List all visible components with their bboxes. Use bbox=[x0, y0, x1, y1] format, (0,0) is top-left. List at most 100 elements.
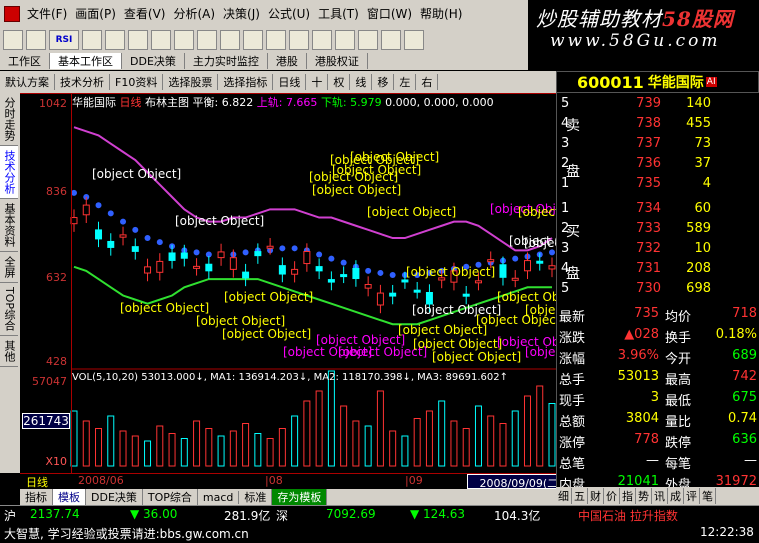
quote-tab[interactable]: 价 bbox=[604, 488, 620, 504]
tape-icon[interactable] bbox=[174, 29, 194, 50]
f10-button[interactable]: F10资料 bbox=[110, 74, 164, 90]
buy-order-row[interactable]: 5 730 698 bbox=[557, 281, 759, 302]
tab-dde-decision[interactable]: DDE决策 bbox=[86, 489, 143, 505]
tab-save-template[interactable]: 存为模板 bbox=[272, 489, 328, 505]
tab-dde[interactable]: DDE决策 bbox=[122, 53, 185, 69]
tab-hk-stock[interactable]: 港股 bbox=[268, 53, 307, 69]
quote-v: — bbox=[646, 453, 659, 468]
quote-tab[interactable]: 细 bbox=[556, 488, 572, 504]
buy-volume: 208 bbox=[686, 261, 711, 276]
toolbar: RSI bbox=[0, 27, 528, 52]
menu-decision[interactable]: 决策(J) bbox=[219, 5, 264, 22]
tech-analysis-dropdown[interactable]: 技术分析 bbox=[55, 74, 110, 90]
quote-tab[interactable]: 势 bbox=[636, 488, 652, 504]
money-icon[interactable] bbox=[335, 29, 355, 50]
volume-bar bbox=[107, 415, 115, 467]
scheme-dropdown[interactable]: 默认方案 bbox=[0, 74, 55, 90]
bank-icon[interactable] bbox=[220, 29, 240, 50]
left-button[interactable]: 左 bbox=[394, 74, 417, 90]
volume-bar bbox=[303, 400, 311, 467]
tab-macd[interactable]: macd bbox=[198, 490, 240, 504]
tab-workspace-label: 工作区 bbox=[0, 53, 50, 69]
chart-icon[interactable] bbox=[26, 29, 46, 50]
tab-main-monitor[interactable]: 主力实时监控 bbox=[185, 53, 268, 69]
crosshair-icon[interactable] bbox=[105, 29, 125, 50]
tab-basic-workspace[interactable]: 基本工作区 bbox=[50, 53, 122, 69]
sell-order-row[interactable]: 5 739 140 bbox=[557, 96, 759, 117]
menu-analysis[interactable]: 分析(A) bbox=[169, 5, 219, 22]
quote-tab[interactable]: 笔 bbox=[700, 488, 716, 504]
volume-bar bbox=[548, 403, 556, 467]
crosshair-button[interactable]: 十 bbox=[306, 74, 329, 90]
left-tab-top[interactable]: TOP综合 bbox=[0, 283, 18, 337]
buy-order-row[interactable]: 3 732 10 bbox=[557, 241, 759, 262]
menu-view-screen[interactable]: 画面(P) bbox=[71, 5, 120, 22]
candle-body bbox=[499, 264, 507, 278]
quote-tab[interactable]: 评 bbox=[684, 488, 700, 504]
menu-help[interactable]: 帮助(H) bbox=[416, 5, 466, 22]
move-button[interactable]: 移 bbox=[372, 74, 395, 90]
app-icon[interactable] bbox=[4, 5, 20, 22]
buy-order-row[interactable]: 2 733 589 bbox=[557, 221, 759, 242]
left-tab-other[interactable]: 其他 bbox=[0, 336, 18, 368]
volume-bar bbox=[119, 430, 127, 467]
chart2-icon[interactable] bbox=[404, 29, 424, 50]
select-stock-button[interactable]: 选择股票 bbox=[163, 74, 219, 90]
left-tab-intraday[interactable]: 分时走势 bbox=[0, 93, 18, 146]
sz-amount: 104.3亿 bbox=[494, 509, 541, 523]
stop-icon[interactable] bbox=[243, 29, 263, 50]
sell-order-row[interactable]: 3 737 73 bbox=[557, 136, 759, 157]
sell-level: 3 bbox=[561, 136, 570, 151]
volume-bar bbox=[217, 435, 225, 467]
ticker-text[interactable]: 中国石油 拉升指数 bbox=[578, 507, 678, 524]
quote-panel: 卖 盘 买 盘 5 739 140 4 738 455 3 737 73 2 736 37 1 735 4 1… bbox=[556, 93, 759, 505]
quote-tab[interactable]: 指 bbox=[620, 488, 636, 504]
menu-file[interactable]: 文件(F) bbox=[23, 5, 71, 22]
quote-tab[interactable]: 讯 bbox=[652, 488, 668, 504]
bus-icon[interactable] bbox=[312, 29, 332, 50]
left-tab-basic[interactable]: 基本资料 bbox=[0, 199, 18, 252]
right-button[interactable]: 右 bbox=[416, 74, 439, 90]
window-icon[interactable] bbox=[128, 29, 148, 50]
sz-label: 深 bbox=[276, 509, 289, 523]
message-icon[interactable] bbox=[381, 29, 401, 50]
quote-tab[interactable]: 成 bbox=[668, 488, 684, 504]
up-down-arrows-icon[interactable] bbox=[3, 29, 23, 50]
menu-window[interactable]: 窗口(W) bbox=[363, 5, 416, 22]
candle-body bbox=[278, 265, 286, 275]
sell-order-row[interactable]: 4 738 455 bbox=[557, 116, 759, 137]
menu-view[interactable]: 查看(V) bbox=[120, 5, 170, 22]
tab-standard[interactable]: 标准 bbox=[239, 489, 273, 505]
mid-band-dot bbox=[389, 271, 396, 278]
select-indicator-button[interactable]: 选择指标 bbox=[218, 74, 274, 90]
binoculars-icon[interactable] bbox=[197, 29, 217, 50]
buy-order-row[interactable]: 4 731 208 bbox=[557, 261, 759, 282]
tab-hk-warrant[interactable]: 港股权证 bbox=[307, 53, 368, 69]
tab-indicator[interactable]: 指标 bbox=[20, 489, 53, 505]
box-icon[interactable] bbox=[358, 29, 378, 50]
tab-template[interactable]: 模板 bbox=[53, 489, 86, 505]
quote-stat-row: 总手 53013 最高 742 bbox=[557, 369, 759, 388]
quote-tab[interactable]: 五 bbox=[572, 488, 588, 504]
tab-top-combined[interactable]: TOP综合 bbox=[143, 489, 198, 505]
kline-chart[interactable] bbox=[20, 93, 556, 473]
line-button[interactable]: 线 bbox=[350, 74, 373, 90]
rights-button[interactable]: 权 bbox=[328, 74, 351, 90]
menu-tools[interactable]: 工具(T) bbox=[314, 5, 363, 22]
grid-icon[interactable] bbox=[82, 29, 102, 50]
ai-badge[interactable]: AI bbox=[705, 77, 717, 87]
buy-order-row[interactable]: 1 734 60 bbox=[557, 201, 759, 222]
sell-order-row[interactable]: 2 736 37 bbox=[557, 156, 759, 177]
period-dropdown[interactable]: 日线 bbox=[273, 74, 307, 90]
status-message[interactable]: 大智慧, 学习经验或投票请进:bbs.gw.com.cn bbox=[4, 525, 249, 542]
menu-formula[interactable]: 公式(U) bbox=[264, 5, 314, 22]
rsi-icon[interactable]: RSI bbox=[49, 29, 79, 50]
left-tab-fullscreen[interactable]: 全屏 bbox=[0, 252, 18, 283]
dollar-icon[interactable] bbox=[151, 29, 171, 50]
quote-tab[interactable]: 财 bbox=[588, 488, 604, 504]
left-tab-technical[interactable]: 技术分析 bbox=[0, 146, 18, 199]
candle-body bbox=[315, 266, 323, 272]
sell-order-row[interactable]: 1 735 4 bbox=[557, 176, 759, 197]
car-icon[interactable] bbox=[289, 29, 309, 50]
chip-icon[interactable] bbox=[266, 29, 286, 50]
